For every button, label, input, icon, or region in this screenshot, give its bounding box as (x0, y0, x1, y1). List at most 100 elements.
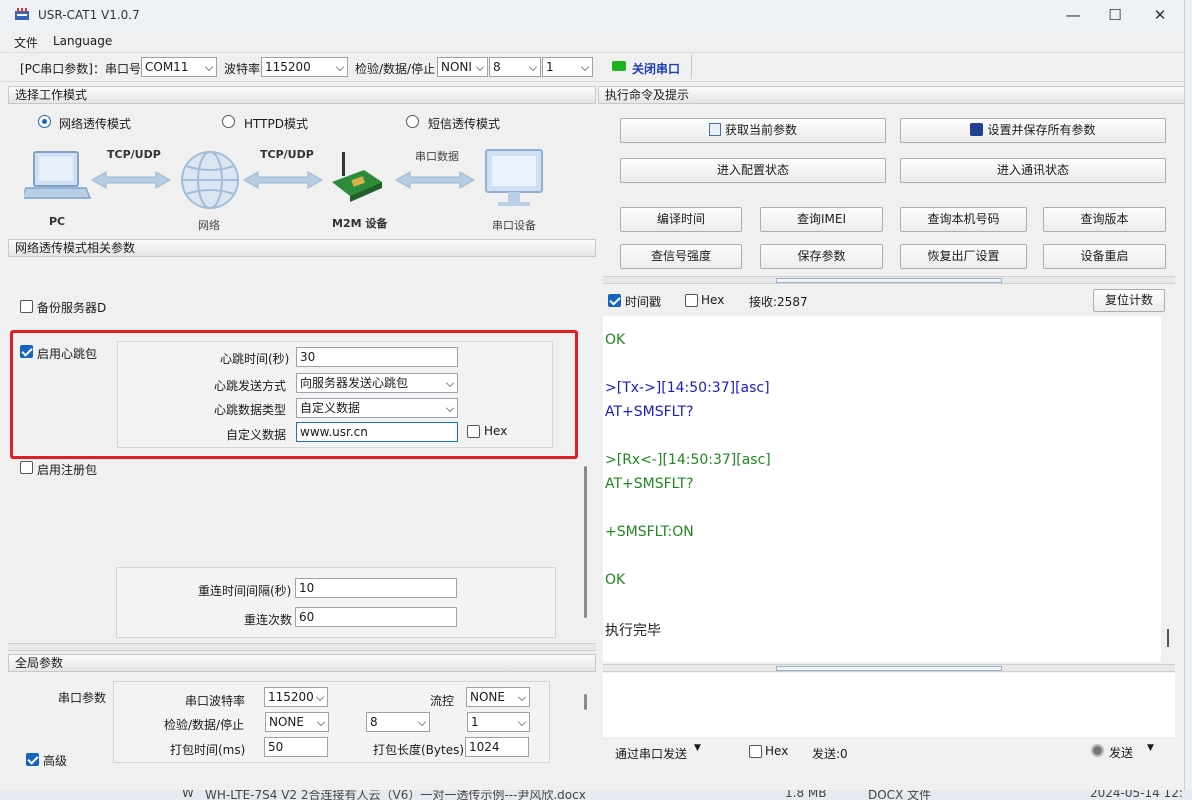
send-via-select[interactable]: 通过串口发送 (615, 745, 687, 762)
parity-select-value: NONI (441, 60, 472, 74)
log-scrollbar[interactable] (1167, 629, 1169, 647)
log-line: +SMSFLT:ON (605, 524, 694, 540)
log-output[interactable]: OK >[Tx->][14:50:37][asc] AT+SMSFLT? >[R… (603, 316, 1161, 662)
serial-params-label: 串口参数 (58, 691, 107, 705)
compile-time-button[interactable]: 编译时间 (620, 207, 742, 232)
pack-time-label: 打包时间(ms) (170, 743, 246, 757)
port-select[interactable]: COM11 (141, 57, 217, 77)
baud-select[interactable]: 115200 (261, 57, 348, 77)
left-splitter[interactable] (8, 643, 596, 651)
mode-label-httpd: HTTPD模式 (244, 117, 308, 131)
minimize-button[interactable]: — (1050, 0, 1096, 30)
send-icon (1091, 744, 1104, 757)
log-hex-checkbox[interactable] (685, 294, 698, 307)
save-params-button[interactable]: 保存参数 (760, 244, 883, 269)
log-line: 执行完毕 (605, 623, 661, 639)
right-bottom-splitter[interactable] (603, 664, 1175, 672)
backup-server-label: 备份服务器D (37, 301, 107, 315)
global-databits-select[interactable]: 8 (366, 712, 430, 732)
diagram-tcp-label-2: TCP/UDP (260, 148, 314, 161)
menu-file[interactable]: 文件 (14, 34, 38, 51)
menu-bar: 文件 Language (0, 30, 1184, 52)
timestamp-checkbox[interactable] (608, 294, 621, 307)
port-select-value: COM11 (145, 60, 189, 74)
log-line: >[Tx->][14:50:37][asc] (605, 380, 770, 396)
reconnect-interval-input[interactable]: 10 (295, 578, 457, 598)
enter-config-button[interactable]: 进入配置状态 (620, 158, 886, 183)
databits-select[interactable]: 8 (489, 57, 541, 77)
background-window-edge (1185, 0, 1192, 800)
restart-button[interactable]: 设备重启 (1043, 244, 1166, 269)
background-file-row: W WH-LTE-7S4 V2 2合连接有人云（V6）一对一透传示例---尹风欣… (0, 790, 1192, 800)
get-params-button[interactable]: 获取当前参数 (620, 118, 886, 143)
log-line: OK (605, 572, 626, 588)
global-baud-select[interactable]: 115200 (264, 687, 328, 707)
query-imei-button[interactable]: 查询IMEI (760, 207, 883, 232)
mode-radio-sms[interactable] (406, 115, 419, 128)
send-input-area[interactable] (603, 673, 1175, 737)
caret-down-icon: ▼ (1147, 743, 1154, 753)
global-baud-value: 115200 (268, 690, 314, 704)
window-title: USR-CAT1 V1.0.7 (38, 8, 140, 22)
diagram-serial-data-label: 串口数据 (415, 150, 459, 163)
background-filename: WH-LTE-7S4 V2 2合连接有人云（V6）一对一透传示例---尹风欣.d… (205, 790, 586, 800)
reconnect-count-input[interactable]: 60 (295, 607, 457, 627)
m2m-device-icon (332, 152, 382, 202)
chevron-down-icon (205, 63, 213, 71)
global-databits-value: 8 (370, 715, 378, 729)
left-panel-scrollbar[interactable] (584, 466, 587, 618)
global-scrollbar[interactable] (584, 694, 587, 710)
splitter-grip[interactable] (776, 666, 1002, 671)
mode-label-sms: 短信透传模式 (428, 117, 501, 131)
log-line: OK (605, 332, 626, 348)
register-checkbox[interactable] (20, 461, 33, 474)
log-line: AT+SMSFLT? (605, 404, 694, 420)
caret-down-icon[interactable]: ▼ (694, 743, 701, 753)
background-filedate: 2024-05-14 12: (1090, 790, 1183, 800)
sent-count: 发送:0 (812, 747, 848, 761)
diagram-network-label: 网络 (198, 219, 220, 232)
register-label: 启用注册包 (37, 463, 98, 477)
query-signal-button[interactable]: 查信号强度 (620, 244, 742, 269)
chevron-down-icon (518, 693, 526, 701)
pack-time-input[interactable]: 50 (264, 737, 328, 757)
mode-radio-network[interactable] (38, 115, 51, 128)
parity-label: 检验/数据/停止 (355, 62, 436, 76)
reset-count-button[interactable]: 复位计数 (1093, 289, 1165, 312)
splitter-grip[interactable] (776, 278, 1002, 283)
advanced-label: 高级 (43, 754, 68, 768)
global-baud-label: 串口波特率 (185, 694, 246, 708)
log-line: AT+SMSFLT? (605, 476, 694, 492)
close-window-button[interactable]: ✕ (1137, 0, 1183, 30)
close-port-button[interactable]: 关闭串口 (632, 60, 680, 77)
get-params-button-label: 获取当前参数 (724, 123, 797, 137)
background-filetype: DOCX 文件 (868, 790, 932, 800)
diagram-pc-label: PC (49, 215, 66, 228)
globe-icon (181, 151, 239, 209)
mode-radio-httpd[interactable] (222, 115, 235, 128)
pack-length-input[interactable]: 1024 (465, 737, 529, 757)
send-button[interactable]: 发送 ▼ (1089, 742, 1159, 762)
menu-language[interactable]: Language (53, 34, 112, 48)
stopbits-select[interactable]: 1 (542, 57, 593, 77)
save-all-button[interactable]: 设置并保存所有参数 (900, 118, 1166, 143)
send-hex-checkbox[interactable] (749, 745, 762, 758)
backup-server-checkbox[interactable] (20, 300, 33, 313)
query-version-button[interactable]: 查询版本 (1043, 207, 1166, 232)
databits-select-value: 8 (493, 60, 501, 74)
global-stopbits-select[interactable]: 1 (467, 712, 530, 732)
enter-comm-button[interactable]: 进入通讯状态 (900, 158, 1166, 183)
advanced-checkbox[interactable] (26, 753, 39, 766)
work-mode-header: 选择工作模式 (8, 86, 596, 104)
received-count: 接收:2587 (749, 295, 808, 309)
global-parity-select[interactable]: NONE (265, 712, 329, 732)
diagram-m2m-label: M2M 设备 (332, 217, 388, 230)
query-number-button[interactable]: 查询本机号码 (900, 207, 1027, 232)
highlight-rectangle (10, 330, 578, 459)
factory-reset-button[interactable]: 恢复出厂设置 (900, 244, 1027, 269)
parity-select[interactable]: NONI (437, 57, 488, 77)
right-top-splitter[interactable] (603, 276, 1175, 284)
pc-serial-params-label: [PC串口参数]：串口号 (20, 62, 141, 76)
maximize-button[interactable]: ☐ (1092, 0, 1138, 30)
flow-control-select[interactable]: NONE (466, 687, 530, 707)
